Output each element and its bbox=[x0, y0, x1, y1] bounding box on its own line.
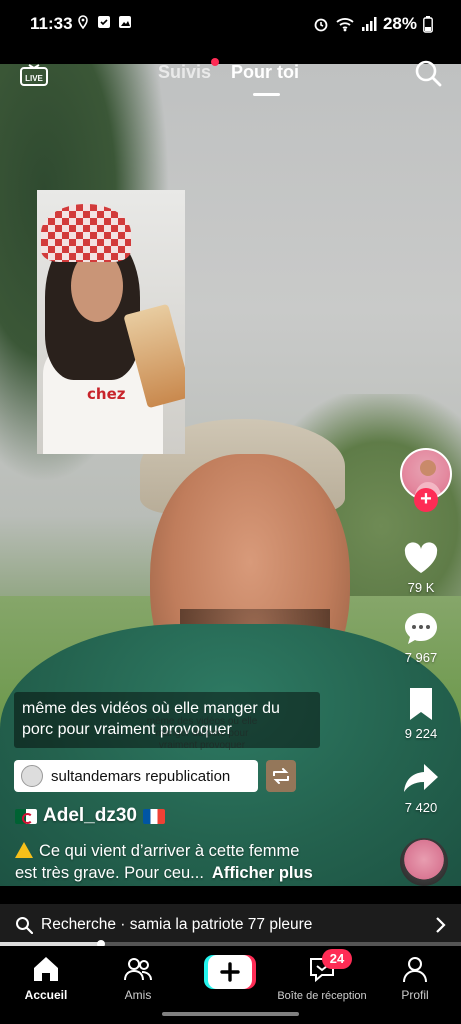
search-suggestion-text: Recherche · samia la patriote 77 pleure bbox=[41, 916, 312, 934]
nav-inbox-label: Boîte de réception bbox=[277, 990, 367, 1002]
search-icon[interactable] bbox=[414, 59, 442, 87]
overlay-line-2: manger du porc pour bbox=[155, 728, 249, 739]
author-row[interactable]: Adel_dz30 bbox=[15, 805, 165, 827]
live-icon[interactable]: LIVE bbox=[20, 64, 48, 86]
search-prefix: Recherche bbox=[41, 916, 116, 933]
like-button[interactable]: 79 K bbox=[381, 538, 461, 595]
inset-hat bbox=[41, 204, 131, 262]
nav-home-label: Accueil bbox=[24, 988, 68, 1002]
repost-avatar bbox=[21, 765, 43, 787]
nav-friends[interactable]: Amis bbox=[88, 954, 188, 1002]
status-bar: 11:33 28% bbox=[0, 0, 461, 64]
alarm-icon bbox=[314, 18, 328, 32]
inbox-badge: 24 bbox=[322, 949, 352, 969]
description-line-2: est très grave. Pour ceu... bbox=[15, 864, 204, 882]
follow-button[interactable]: + bbox=[414, 488, 438, 512]
inset-video: chez bbox=[37, 190, 185, 454]
search-suggestion-bar[interactable]: Recherche · samia la patriote 77 pleure bbox=[0, 904, 461, 946]
top-nav: LIVE Suivis Pour toi bbox=[0, 58, 461, 104]
author-username[interactable]: Adel_dz30 bbox=[43, 805, 137, 827]
repost-chip[interactable]: sultandemars republication bbox=[14, 760, 258, 792]
home-indicator bbox=[162, 1012, 299, 1016]
battery-icon bbox=[423, 15, 433, 33]
video-description[interactable]: Ce qui vient d’arriver à cette femme est… bbox=[15, 840, 355, 884]
nav-profile[interactable]: Profil bbox=[365, 954, 461, 1002]
repost-icon bbox=[273, 768, 289, 784]
heart-icon bbox=[404, 542, 438, 573]
status-left-icons bbox=[76, 15, 132, 29]
home-icon bbox=[34, 957, 58, 981]
search-separator: · bbox=[115, 916, 130, 933]
comment-button[interactable]: 7 967 bbox=[381, 608, 461, 665]
wifi-icon bbox=[336, 18, 354, 32]
signal-icon bbox=[361, 17, 377, 31]
algeria-flag-icon bbox=[15, 808, 37, 824]
bookmark-icon bbox=[410, 688, 432, 720]
tab-following-notification-dot bbox=[211, 58, 219, 66]
warning-icon bbox=[15, 842, 33, 858]
save-count: 9 224 bbox=[404, 726, 438, 741]
inset-shirt-text: chez bbox=[87, 385, 126, 403]
status-time: 11:33 bbox=[30, 14, 73, 33]
show-more-link[interactable]: Afficher plus bbox=[212, 864, 313, 882]
live-label: LIVE bbox=[25, 74, 43, 83]
comment-count: 7 967 bbox=[404, 650, 438, 665]
chevron-right-icon bbox=[436, 917, 446, 933]
music-disc[interactable] bbox=[400, 838, 448, 886]
search-query: samia la patriote 77 pleure bbox=[129, 916, 313, 933]
repost-label: sultandemars republication bbox=[51, 767, 231, 785]
caption-overlay: même des vidéos où elle manger du porc p… bbox=[132, 716, 272, 752]
friends-icon bbox=[124, 958, 152, 981]
overlay-line-1: même des vidéos où elle bbox=[146, 716, 258, 727]
check-square-icon bbox=[98, 16, 110, 28]
nav-home[interactable]: Accueil bbox=[0, 954, 96, 1002]
nav-friends-label: Amis bbox=[124, 988, 152, 1002]
like-count: 79 K bbox=[407, 580, 435, 595]
share-button[interactable]: 7 420 bbox=[381, 758, 461, 815]
share-arrow-icon bbox=[404, 764, 438, 792]
tab-following[interactable]: Suivis bbox=[158, 62, 211, 83]
search-small-icon bbox=[16, 917, 33, 934]
create-button[interactable] bbox=[204, 955, 256, 989]
battery-percent: 28% bbox=[382, 14, 417, 33]
location-icon bbox=[78, 15, 88, 29]
tab-foryou-underline bbox=[253, 93, 280, 96]
repost-button[interactable] bbox=[266, 760, 296, 792]
overlay-line-3: vraiment provoquer bbox=[158, 740, 246, 751]
status-right: 28% bbox=[313, 14, 433, 34]
france-flag-icon bbox=[142, 808, 165, 824]
description-line-1: Ce qui vient d’arriver à cette femme bbox=[39, 842, 300, 860]
profile-icon bbox=[403, 957, 427, 983]
comment-icon bbox=[405, 613, 437, 644]
image-icon bbox=[119, 16, 131, 28]
share-count: 7 420 bbox=[404, 800, 438, 815]
save-button[interactable]: 9 224 bbox=[381, 684, 461, 741]
nav-profile-label: Profil bbox=[401, 988, 429, 1002]
tab-foryou[interactable]: Pour toi bbox=[231, 62, 299, 83]
